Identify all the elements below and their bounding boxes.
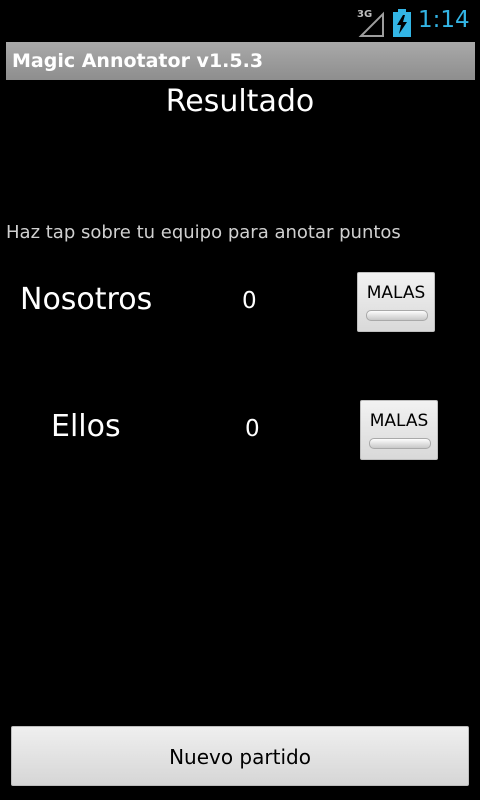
malas-button-label: MALAS xyxy=(366,283,426,303)
team-ellos-malas-button[interactable]: MALAS xyxy=(360,400,438,460)
malas-button-label: MALAS xyxy=(369,411,429,431)
team-nosotros-name[interactable]: Nosotros xyxy=(20,282,152,317)
team-nosotros-malas-button[interactable]: MALAS xyxy=(357,272,435,332)
signal-icon xyxy=(358,11,384,37)
instruction-text: Haz tap sobre tu equipo para anotar punt… xyxy=(6,222,401,243)
team-ellos-score: 0 xyxy=(245,416,260,442)
battery-charging-icon xyxy=(393,9,411,37)
clock: 1:14 xyxy=(418,7,470,33)
page-title: Resultado xyxy=(165,84,315,119)
team-ellos-name[interactable]: Ellos xyxy=(51,409,121,444)
team-nosotros-score: 0 xyxy=(242,288,257,314)
malas-button-bar xyxy=(366,310,428,321)
status-bar: 3G 1:14 xyxy=(0,0,480,42)
title-bar: Magic Annotator v1.5.3 xyxy=(6,42,475,80)
app-title: Magic Annotator v1.5.3 xyxy=(12,50,264,72)
new-game-button[interactable]: Nuevo partido xyxy=(11,726,469,786)
malas-button-bar xyxy=(369,438,431,449)
